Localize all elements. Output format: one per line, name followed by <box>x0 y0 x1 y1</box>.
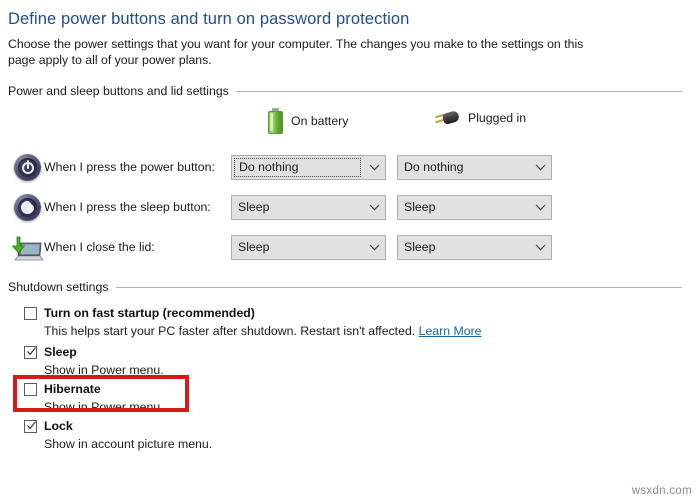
column-header-on-battery: On battery <box>268 108 348 134</box>
checkbox-lock[interactable] <box>24 420 37 433</box>
dropdown-power-button-on-battery[interactable]: Do nothing <box>231 154 386 180</box>
option-lock[interactable]: Lock Show in account picture menu. <box>24 418 212 452</box>
option-sleep[interactable]: Sleep Show in Power menu. <box>24 344 164 378</box>
option-fast-startup[interactable]: Turn on fast startup (recommended) This … <box>24 305 482 339</box>
option-lock-title: Lock <box>44 419 73 433</box>
option-fast-startup-description-text: This helps start your PC faster after sh… <box>44 324 419 338</box>
option-hibernate-description: Show in Power menu. <box>44 400 164 414</box>
setting-label-power-button: When I press the power button: <box>44 160 215 174</box>
option-hibernate-title: Hibernate <box>44 382 101 396</box>
group-header-power-and-sleep: Power and sleep buttons and lid settings <box>8 84 682 98</box>
dropdown-sleep-button-on-battery-value: Sleep <box>238 200 270 214</box>
dropdown-power-button-plugged-in[interactable]: Do nothing <box>397 154 552 180</box>
chevron-down-icon <box>363 164 385 171</box>
option-sleep-description: Show in Power menu. <box>44 363 164 377</box>
dropdown-close-lid-on-battery-value: Sleep <box>238 240 270 254</box>
option-fast-startup-title: Turn on fast startup (recommended) <box>44 306 255 320</box>
sleep-button-icon <box>8 191 44 223</box>
checkbox-sleep[interactable] <box>24 346 37 359</box>
group-divider-shutdown-settings <box>115 286 682 288</box>
battery-icon <box>268 108 283 134</box>
option-sleep-title: Sleep <box>44 345 77 359</box>
option-fast-startup-description: This helps start your PC faster after sh… <box>44 323 482 339</box>
watermark: wsxdn.com <box>631 485 692 497</box>
learn-more-link[interactable]: Learn More <box>419 324 482 338</box>
plug-icon <box>434 108 461 128</box>
chevron-down-icon <box>363 204 385 211</box>
group-divider-power-and-sleep <box>235 90 682 92</box>
option-lock-description: Show in account picture menu. <box>44 437 213 451</box>
column-header-on-battery-label: On battery <box>291 114 349 128</box>
dropdown-close-lid-on-battery[interactable]: Sleep <box>231 234 386 260</box>
dropdown-sleep-button-plugged-in-value: Sleep <box>404 200 436 214</box>
dropdown-close-lid-plugged-in-value: Sleep <box>404 240 436 254</box>
column-header-plugged-in-label: Plugged in <box>468 111 527 125</box>
chevron-down-icon <box>529 244 551 251</box>
checkbox-fast-startup[interactable] <box>24 307 37 320</box>
group-label-shutdown-settings: Shutdown settings <box>8 280 109 294</box>
group-label-power-and-sleep: Power and sleep buttons and lid settings <box>8 84 229 98</box>
dropdown-power-button-on-battery-value: Do nothing <box>234 157 361 177</box>
dropdown-sleep-button-on-battery[interactable]: Sleep <box>231 194 386 220</box>
group-header-shutdown-settings: Shutdown settings <box>8 280 682 294</box>
power-button-icon <box>8 151 44 183</box>
dropdown-close-lid-plugged-in[interactable]: Sleep <box>397 234 552 260</box>
page-title: Define power buttons and turn on passwor… <box>8 10 410 28</box>
dropdown-power-button-plugged-in-value: Do nothing <box>404 160 464 174</box>
checkbox-hibernate[interactable] <box>24 383 37 396</box>
setting-row-close-lid: When I close the lid: Sleep Sleep <box>8 230 682 264</box>
chevron-down-icon <box>529 204 551 211</box>
dropdown-sleep-button-plugged-in[interactable]: Sleep <box>397 194 552 220</box>
page-description: Choose the power settings that you want … <box>8 37 584 67</box>
chevron-down-icon <box>529 164 551 171</box>
chevron-down-icon <box>363 244 385 251</box>
setting-row-power-button: When I press the power button: Do nothin… <box>8 150 682 184</box>
setting-row-sleep-button: When I press the sleep button: Sleep Sle… <box>8 190 682 224</box>
option-hibernate[interactable]: Hibernate Show in Power menu. <box>24 381 164 415</box>
setting-label-sleep-button: When I press the sleep button: <box>44 200 211 214</box>
close-lid-icon <box>8 231 44 263</box>
column-header-plugged-in: Plugged in <box>434 108 526 128</box>
setting-label-close-lid: When I close the lid: <box>44 240 155 254</box>
